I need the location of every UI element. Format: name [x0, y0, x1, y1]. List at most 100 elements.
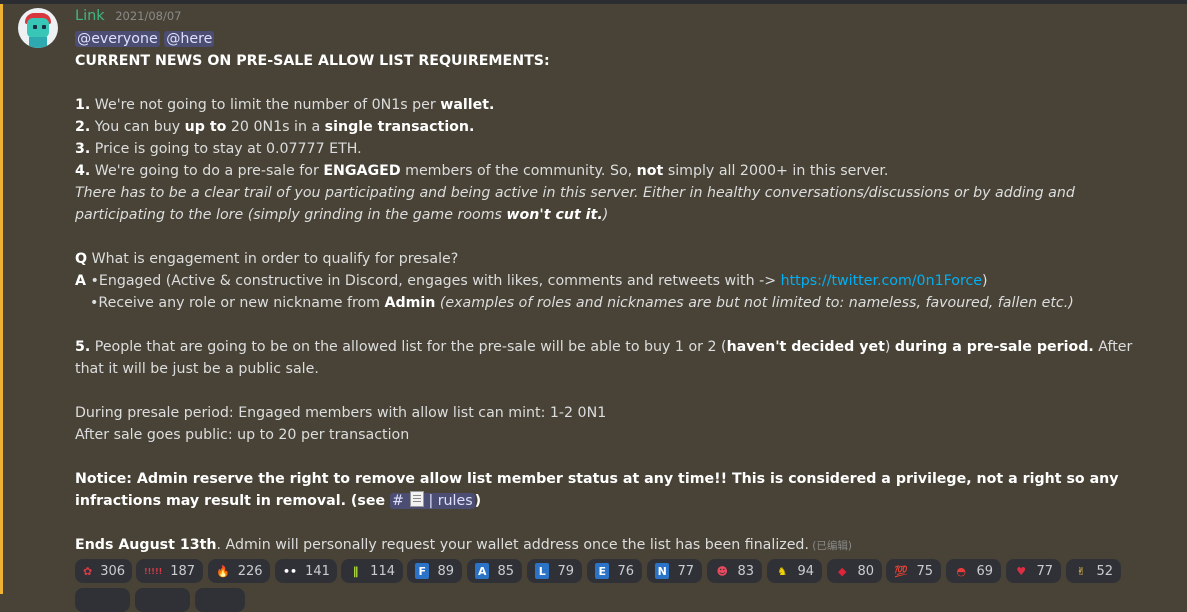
reaction-count: 94 — [797, 563, 814, 579]
reaction-count: 187 — [170, 563, 196, 579]
headline: CURRENT NEWS ON PRE-SALE ALLOW LIST REQU… — [75, 50, 1155, 72]
point-text: People that are going to be on the allow… — [90, 339, 727, 355]
letter-e-emoji-icon: E — [595, 563, 610, 579]
avatar-eye — [42, 25, 46, 29]
point-5: 5. People that are going to be on the al… — [75, 336, 1155, 380]
ends-line: Ends August 13th. Admin will personally … — [75, 534, 1155, 557]
reactions-bar: ✿ 306 !!!!! 187 🔥 226 •• 141 ∥ 114 F 89 A 85 L7… — [75, 559, 1185, 612]
fire-emoji-icon: 🔥 — [216, 564, 230, 578]
admin-bold: Admin — [384, 295, 436, 311]
reaction[interactable]: A 85 — [467, 559, 522, 583]
letter-n-emoji-icon: N — [655, 563, 670, 579]
notice: Notice: Admin reserve the right to remov… — [75, 468, 1155, 512]
reaction[interactable]: ✌ 52 — [1066, 559, 1121, 583]
yellow-figure-emoji-icon: ♞ — [777, 564, 788, 578]
reaction[interactable]: •• 141 — [275, 559, 337, 583]
red-gem-emoji-icon: ◆ — [837, 564, 847, 578]
reaction[interactable]: 🔥 226 — [208, 559, 270, 583]
point-text: ) — [884, 339, 895, 355]
reaction[interactable]: !!!!! 187 — [136, 559, 203, 583]
chat-message: Link 2021/08/07 @everyone @here CURRENT … — [0, 4, 1187, 612]
reaction-count: 77 — [677, 563, 694, 579]
red-creature-emoji-icon: ✿ — [83, 564, 93, 578]
presale-line: During presale period: Engaged members w… — [75, 405, 607, 421]
point-bold: during a pre-sale period. — [894, 339, 1094, 355]
answer-italic: (examples of roles and nicknames are but… — [435, 295, 1074, 311]
mentions-line: @everyone @here — [75, 28, 1155, 50]
headline-text: CURRENT NEWS ON PRE-SALE ALLOW LIST REQU… — [75, 53, 550, 69]
reaction-count: 52 — [1096, 563, 1113, 579]
point-text: We're going to do a pre-sale for — [90, 163, 324, 179]
point-bold: up to — [184, 119, 227, 135]
answer-text: •Receive any role or new nickname from — [90, 295, 385, 311]
avatar-body — [29, 37, 47, 48]
reaction[interactable]: ∥ 114 — [341, 559, 403, 583]
reaction[interactable]: ◓ 69 — [946, 559, 1001, 583]
reaction[interactable]: L 79 — [527, 559, 582, 583]
answer-close: ) — [982, 273, 988, 289]
reaction[interactable]: N 77 — [647, 559, 702, 583]
reaction-count: 76 — [617, 563, 634, 579]
reaction-count: 306 — [100, 563, 126, 579]
avatar[interactable] — [18, 8, 58, 48]
notice-close: ) — [474, 493, 482, 509]
reaction-count: 114 — [370, 563, 395, 579]
reaction[interactable]: E 76 — [587, 559, 642, 583]
reaction-count: 83 — [737, 563, 754, 579]
reaction-partial[interactable] — [135, 588, 190, 612]
answer-2: •Receive any role or new nickname from A… — [75, 292, 1155, 314]
reaction-partial[interactable] — [195, 588, 245, 612]
reaction[interactable]: 💯 75 — [886, 559, 941, 583]
message-content: Link 2021/08/07 @everyone @here CURRENT … — [75, 4, 1155, 557]
twitter-link[interactable]: https://twitter.com/0n1Force — [781, 273, 982, 289]
point-number: 3. — [75, 141, 91, 157]
reaction[interactable]: ♥ 77 — [1006, 559, 1061, 583]
reaction[interactable]: F 89 — [407, 559, 462, 583]
green-graffiti-emoji-icon: ∥ — [352, 564, 359, 578]
point-bold: ENGAGED — [323, 163, 401, 179]
question-label: Q — [75, 251, 88, 267]
mention-everyone[interactable]: @everyone — [75, 31, 160, 47]
reaction-count: 80 — [857, 563, 874, 579]
italic-bold: won't cut it. — [506, 207, 603, 223]
notice-text: Notice: Admin reserve the right to remov… — [75, 471, 1119, 509]
reaction-count: 141 — [305, 563, 330, 579]
letter-l-emoji-icon: L — [535, 563, 550, 579]
red-face-emoji-icon: ☻ — [716, 564, 728, 578]
reaction[interactable]: ☻ 83 — [707, 559, 762, 583]
question: Q What is engagement in order to qualify… — [75, 248, 1155, 270]
point-bold: not — [636, 163, 664, 179]
italic-close: ) — [602, 207, 609, 223]
italic-note: There has to be a clear trail of you par… — [75, 182, 1155, 226]
reaction-partial[interactable] — [75, 588, 130, 612]
avatar-eye — [33, 25, 37, 29]
mention-here[interactable]: @here — [164, 31, 215, 47]
reaction-count: 79 — [557, 563, 574, 579]
red-bars-emoji-icon: !!!!! — [144, 566, 163, 576]
point-text: members of the community. So, — [400, 163, 637, 179]
point-number: 1. — [75, 97, 91, 113]
reaction[interactable]: ✿ 306 — [75, 559, 132, 583]
rules-channel-link[interactable]: # | rules — [390, 491, 475, 509]
point-text: We're not going to limit the number of 0… — [90, 97, 441, 113]
username[interactable]: Link — [75, 8, 105, 24]
reaction[interactable]: ◆ 80 — [827, 559, 882, 583]
reaction-count: 77 — [1036, 563, 1053, 579]
ends-text: . Admin will personally request your wal… — [216, 537, 809, 553]
letter-f-emoji-icon: F — [415, 563, 430, 579]
reaction-count: 226 — [237, 563, 263, 579]
public-line: After sale goes public: up to 20 per tra… — [75, 427, 410, 443]
point-bold: single transaction. — [324, 119, 475, 135]
answer-text: •Engaged (Active & constructive in Disco… — [85, 273, 781, 289]
reaction[interactable]: ♞ 94 — [767, 559, 822, 583]
timestamp: 2021/08/07 — [115, 9, 182, 23]
ends-bold: Ends August 13th — [75, 537, 217, 553]
crossed-fingers-emoji-icon: ✌ — [1076, 564, 1086, 578]
red-heart-emoji-icon: ♥ — [1016, 564, 1027, 578]
point-3: 3. Price is going to stay at 0.07777 ETH… — [75, 138, 1155, 160]
point-2: 2. You can buy up to 20 0N1s in a single… — [75, 116, 1155, 138]
question-text: What is engagement in order to qualify f… — [87, 251, 459, 267]
